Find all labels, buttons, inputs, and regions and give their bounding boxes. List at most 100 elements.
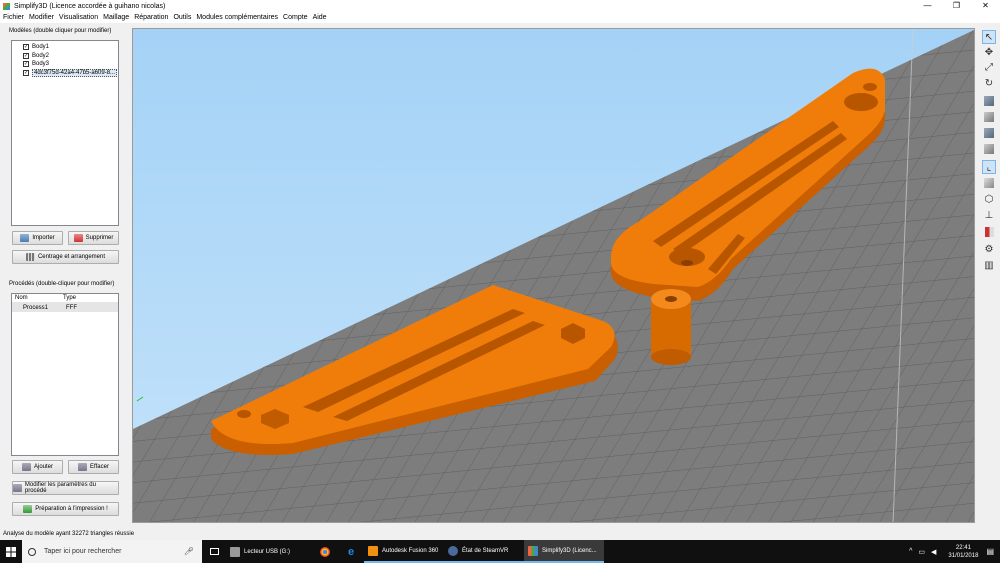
menu-aide[interactable]: Aide (313, 14, 327, 21)
clock[interactable]: 22:41 31/01/2018 (948, 544, 978, 560)
model-name: Body1 (32, 44, 50, 51)
minimize-button[interactable]: — (913, 0, 942, 12)
chrome-icon (320, 546, 330, 557)
model-item[interactable]: ✓ Body2 (12, 52, 118, 61)
menu-visualisation[interactable]: Visualisation (59, 14, 98, 21)
search-placeholder: Taper ici pour rechercher (44, 548, 122, 555)
rotate-icon[interactable]: ↻ (982, 76, 996, 90)
axis-icon[interactable]: ⌞ (982, 160, 996, 174)
model-name: Body2 (32, 52, 50, 59)
taskbar-item-label: Simplify3D (Licenc... (542, 547, 597, 554)
prepare-print-label: Préparation à l'impression ! (35, 506, 108, 512)
window-controls: — ❐ ✕ (913, 0, 1000, 12)
edit-process-button[interactable]: Modifier les paramètres du procédé (12, 481, 119, 495)
model-name: Body3 (32, 61, 50, 68)
view-iso-icon[interactable] (982, 142, 996, 156)
cross-section-icon[interactable]: ⊥ (982, 208, 996, 222)
import-icon (20, 234, 30, 242)
taskbar-fusion360[interactable]: Autodesk Fusion 360 (364, 540, 444, 563)
view-left-icon[interactable] (982, 126, 996, 140)
taskbar-chrome[interactable] (312, 540, 338, 563)
model-part-3[interactable] (651, 289, 691, 365)
delete-icon (73, 234, 83, 242)
taskbar-search[interactable]: Taper ici pour rechercher 🎤︎ (22, 540, 202, 563)
window-title: Simplify3D (Licence accordée à guihano n… (14, 2, 166, 10)
tray-chevron-icon[interactable]: ^ (909, 548, 912, 555)
menu-outils[interactable]: Outils (173, 14, 191, 21)
taskbar-simplify3d[interactable]: Simplify3D (Licenc... (524, 540, 604, 563)
start-button[interactable] (0, 540, 22, 563)
models-list[interactable]: ✓ Body1 ✓ Body2 ✓ Body3 ✓ 4dc3f75d-42a4-47b5… (11, 40, 119, 226)
processes-header: Nom Type (12, 294, 118, 303)
network-icon[interactable]: ▭ (918, 548, 925, 556)
notifications-icon[interactable]: ▤ (986, 547, 994, 556)
edge-icon: e (347, 545, 355, 558)
close-button[interactable]: ✕ (971, 0, 1000, 12)
import-button[interactable]: Importer (12, 231, 63, 245)
model-item[interactable]: ✓ Body3 (12, 60, 118, 69)
3d-viewport[interactable] (132, 28, 975, 523)
process-type: FFF (66, 304, 77, 311)
view-front-icon[interactable] (982, 94, 996, 108)
microphone-icon[interactable]: 🎤︎ (184, 547, 194, 556)
center-arrange-label: Centrage et arrangement (37, 254, 106, 260)
processes-label: Procédés (double-cliquer pour modifier) (9, 281, 115, 287)
maximize-button[interactable]: ❐ (942, 0, 971, 12)
supports-icon[interactable]: ▥ (982, 258, 996, 272)
task-view-button[interactable] (202, 540, 226, 563)
status-bar: Analyse du modèle ayant 32272 triangles … (0, 528, 1000, 540)
scene-svg (133, 29, 974, 522)
simplify3d-icon (528, 545, 538, 556)
import-label: Importer (32, 235, 55, 241)
edit-process-label: Modifier les paramètres du procédé (24, 482, 96, 494)
process-row[interactable]: Process1 FFF (12, 303, 118, 312)
left-panel: Modèles (double cliquer pour modifier) ✓… (0, 23, 132, 528)
windows-icon (6, 546, 16, 557)
menu-maillage[interactable]: Maillage (103, 14, 129, 21)
col-name-header[interactable]: Nom (12, 295, 63, 301)
prepare-print-button[interactable]: Préparation à l'impression ! (12, 502, 119, 516)
model-checkbox[interactable]: ✓ (23, 44, 29, 51)
menu-modules[interactable]: Modules complémentaires (196, 14, 278, 21)
clock-date: 31/01/2018 (948, 552, 979, 559)
taskbar-edge[interactable]: e (338, 540, 364, 563)
delete-label: Supprimer (85, 235, 114, 241)
arrange-icon (25, 253, 35, 261)
erase-process-button[interactable]: Effacer (68, 460, 119, 474)
delete-button[interactable]: Supprimer (68, 231, 119, 245)
app-icon (3, 2, 10, 10)
menu-compte[interactable]: Compte (283, 14, 308, 21)
add-process-button[interactable]: Ajouter (12, 460, 63, 474)
prepare-print-icon (23, 505, 33, 513)
add-label: Ajouter (33, 464, 53, 470)
erase-label: Effacer (90, 464, 109, 470)
taskbar-item-label: État de SteamVR (462, 547, 509, 554)
build-volume-icon[interactable] (982, 225, 996, 239)
taskbar-item-label: Autodesk Fusion 360 (382, 547, 439, 554)
task-view-icon (209, 548, 219, 555)
model-checkbox[interactable]: ✓ (23, 61, 29, 68)
move-icon[interactable]: ✥ (982, 45, 996, 59)
menu-modifier[interactable]: Modifier (29, 14, 54, 21)
taskbar-usb-drive[interactable]: Lecteur USB (G:) (226, 540, 312, 563)
scale-icon[interactable]: ⤢ (982, 60, 996, 74)
menu-reparation[interactable]: Réparation (134, 14, 168, 21)
col-type-header[interactable]: Type (63, 295, 76, 301)
view-top-icon[interactable] (982, 110, 996, 124)
taskbar-steamvr[interactable]: État de SteamVR (444, 540, 524, 563)
system-tray: ^ ▭ ◀︎ 22:41 31/01/2018 ▤ (909, 540, 1000, 563)
menu-fichier[interactable]: Fichier (3, 14, 24, 21)
steamvr-icon (448, 545, 458, 556)
settings-icon[interactable]: ⚙ (982, 242, 996, 256)
model-item[interactable]: ✓ 4dc3f75d-42a4-47b5-a609-8... (12, 68, 118, 78)
processes-list[interactable]: Nom Type Process1 FFF (11, 293, 119, 456)
volume-icon[interactable]: ◀︎ (931, 548, 936, 556)
model-checkbox[interactable]: ✓ (23, 69, 29, 76)
model-checkbox[interactable]: ✓ (23, 52, 29, 59)
title-bar: Simplify3D (Licence accordée à guihano n… (0, 0, 1000, 12)
solid-icon[interactable] (982, 176, 996, 190)
center-arrange-button[interactable]: Centrage et arrangement (12, 250, 119, 264)
select-icon[interactable]: ↖ (982, 30, 996, 44)
wireframe-icon[interactable]: ⬡ (982, 192, 996, 206)
model-item[interactable]: ✓ Body1 (12, 43, 118, 52)
